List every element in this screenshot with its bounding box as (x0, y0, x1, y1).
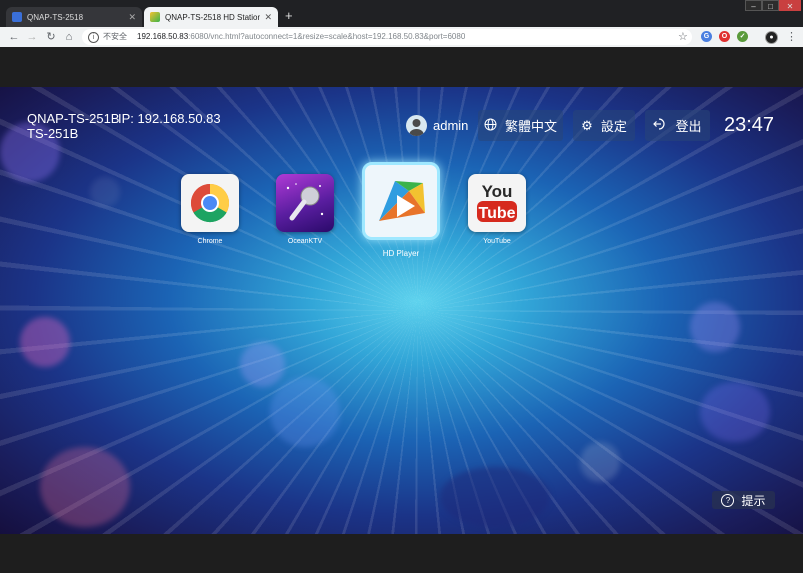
tab-label: QNAP-TS-2518 (27, 12, 84, 22)
bokeh-light (240, 342, 285, 387)
window-close-button[interactable]: ✕ (779, 0, 801, 11)
bookmark-star-icon[interactable]: ☆ (678, 29, 688, 45)
translate-extension-icon[interactable]: G (701, 31, 712, 42)
hd-station-favicon-icon (150, 12, 160, 22)
user-avatar-icon[interactable] (406, 115, 427, 136)
tab-hd-station[interactable]: QNAP-TS-2518 HD Station Re ✕ (144, 7, 278, 27)
opera-extension-icon[interactable]: O (719, 31, 730, 42)
device-ip: IP: 192.168.50.83 (118, 111, 221, 126)
home-icon[interactable]: ⌂ (61, 29, 77, 45)
bokeh-light (440, 467, 550, 527)
bokeh-light (690, 302, 740, 352)
hint-label: 提示 (741, 493, 766, 508)
clock: 23:47 (724, 114, 775, 136)
svg-text:Tube: Tube (478, 205, 515, 222)
maximize-button[interactable]: □ (762, 0, 779, 11)
kebab-menu-icon[interactable]: ⋮ (786, 29, 797, 45)
logout-button[interactable]: 登出 (645, 110, 710, 141)
bokeh-light (20, 317, 70, 367)
info-icon[interactable]: i (88, 31, 99, 43)
settings-label: 設定 (600, 119, 627, 134)
hd-player-app-label[interactable]: HD Player (361, 249, 441, 258)
oceanktv-app-icon[interactable] (276, 174, 334, 232)
chrome-app-icon[interactable] (181, 174, 239, 232)
extension-check-icon[interactable]: ✓ (737, 31, 748, 42)
settings-button[interactable]: ⚙ 設定 (573, 110, 635, 141)
security-label: 不安全 (103, 32, 127, 41)
youtube-app-icon[interactable]: You Tube (468, 174, 526, 232)
gear-icon: ⚙ (581, 117, 593, 133)
hd-station-desktop (0, 87, 803, 534)
forward-icon[interactable]: → (24, 29, 40, 45)
profile-avatar-icon[interactable]: ● (765, 31, 778, 44)
tab-qnap[interactable]: QNAP-TS-2518 ✕ (6, 7, 142, 27)
minimize-button[interactable]: – (745, 0, 762, 11)
device-model: TS-251B (27, 126, 79, 141)
close-icon[interactable]: ✕ (264, 12, 272, 23)
oceanktv-app-label[interactable]: OceanKTV (265, 238, 345, 245)
bokeh-light (40, 447, 130, 527)
address-bar[interactable]: i 不安全 192.168.50.83 :6080/vnc.html?autoc… (82, 29, 692, 45)
bokeh-light (90, 177, 120, 207)
tab-label: QNAP-TS-2518 HD Station Re (165, 12, 261, 22)
url-host: 192.168.50.83 (137, 32, 189, 41)
new-tab-button[interactable]: + (285, 9, 293, 23)
logout-icon (653, 118, 667, 133)
reload-icon[interactable]: ↻ (43, 29, 59, 45)
url-path: :6080/vnc.html?autoconnect=1&resize=scal… (188, 32, 466, 41)
back-icon[interactable]: ← (6, 29, 22, 45)
close-icon[interactable]: ✕ (128, 12, 136, 23)
qnap-favicon-icon (12, 12, 22, 22)
language-button[interactable]: 繁體中文 (478, 110, 563, 141)
bokeh-light (580, 442, 620, 482)
youtube-app-label[interactable]: YouTube (457, 238, 537, 245)
logout-label: 登出 (675, 119, 702, 134)
bokeh-light (700, 382, 770, 442)
hint-button[interactable]: ? 提示 (712, 491, 775, 509)
svg-text:You: You (482, 182, 513, 201)
help-icon: ? (721, 493, 735, 507)
chrome-app-label[interactable]: Chrome (170, 238, 250, 245)
globe-icon (484, 118, 497, 134)
vnc-bottom-margin (0, 534, 803, 573)
user-name[interactable]: admin (433, 118, 468, 134)
bokeh-light (270, 377, 340, 447)
device-name: QNAP-TS-251B (27, 111, 120, 126)
vnc-top-margin (0, 47, 803, 87)
language-label: 繁體中文 (504, 119, 557, 134)
hd-player-app-icon[interactable] (362, 162, 440, 240)
